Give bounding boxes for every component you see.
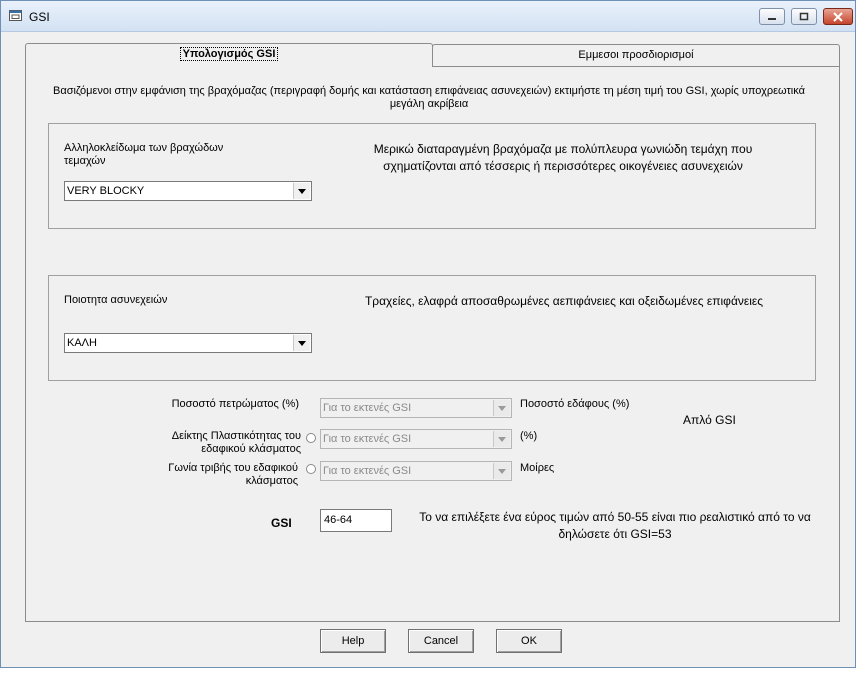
plasticity-select[interactable]: Για το εκτενές GSI <box>320 429 512 449</box>
close-icon <box>833 11 843 22</box>
plasticity-unit: (%) <box>520 430 538 442</box>
friction-value: Για το εκτενές GSI <box>323 465 412 477</box>
help-button[interactable]: Help <box>320 629 386 653</box>
tab-indirect-determinations[interactable]: Εμμεσοι προσδιορισμοί <box>432 44 840 66</box>
structure-label: Αλληλοκλείδωμα των βραχώδων τεμαχών <box>64 142 224 167</box>
quality-description: Τραχείες, ελαφρά αποσαθρωμένες αεπιφάνει… <box>364 294 764 308</box>
gsi-label: GSI <box>271 516 292 530</box>
friction-radio[interactable] <box>306 464 316 474</box>
gsi-window: GSI Υπολογισμός GSI Εμμεσοι προσδιορισμο… <box>0 0 856 668</box>
tab-gsi-calculation[interactable]: Υπολογισμός GSI <box>25 43 433 67</box>
minimize-button[interactable] <box>759 8 785 25</box>
plasticity-value: Για το εκτενές GSI <box>323 433 412 445</box>
cancel-button[interactable]: Cancel <box>408 629 474 653</box>
structure-select[interactable]: VERY BLOCKY <box>64 181 312 201</box>
structure-select-value: VERY BLOCKY <box>67 185 145 197</box>
chevron-down-icon[interactable] <box>293 183 310 199</box>
rock-percent-label: Ποσοστό πετρώματος (%) <box>171 398 299 410</box>
chevron-down-icon[interactable] <box>293 335 310 351</box>
tab-indirect-determinations-label: Εμμεσοι προσδιορισμοί <box>578 49 694 61</box>
quality-label: Ποιοτητα ασυνεχειών <box>64 294 168 306</box>
rock-percent-select[interactable]: Για το εκτενές GSI <box>320 398 512 418</box>
plasticity-label: Δείκτης Πλαστικότητας του εδαφικού κλάσμ… <box>171 430 301 455</box>
plasticity-radio[interactable] <box>306 433 316 443</box>
structure-group <box>48 123 816 229</box>
friction-label: Γωνία τριβής του εδαφικού κλάσματος <box>168 462 298 487</box>
rock-percent-value: Για το εκτενές GSI <box>323 402 412 414</box>
minimize-icon <box>768 17 776 20</box>
gsi-note: Το να επιλέξετε ένα εύρος τιμών από 50-5… <box>419 510 811 541</box>
title-bar[interactable]: GSI <box>1 1 855 32</box>
quality-select-value: ΚΑΛΗ <box>67 337 97 349</box>
ok-button[interactable]: OK <box>496 629 562 653</box>
maximize-icon <box>799 12 809 21</box>
gsi-input[interactable]: 46-64 <box>320 509 392 532</box>
app-icon <box>9 10 22 21</box>
close-button[interactable] <box>823 8 853 25</box>
window-title: GSI <box>29 10 50 24</box>
quality-select[interactable]: ΚΑΛΗ <box>64 333 312 353</box>
maximize-button[interactable] <box>791 8 817 25</box>
chevron-down-icon[interactable] <box>493 431 510 447</box>
soil-percent-label: Ποσοστό εδάφους (%) <box>520 398 630 410</box>
structure-description: Μερικώ διαταραγμένη βραχόμαζα με πολύπλε… <box>373 142 753 173</box>
chevron-down-icon[interactable] <box>493 400 510 416</box>
background-strip <box>856 0 863 673</box>
simple-gsi-label: Απλό GSI <box>683 413 736 427</box>
chevron-down-icon[interactable] <box>493 463 510 479</box>
friction-unit: Μοίρες <box>520 462 555 474</box>
quality-group <box>48 275 816 381</box>
friction-select[interactable]: Για το εκτενές GSI <box>320 461 512 481</box>
tab-gsi-calculation-label: Υπολογισμός GSI <box>179 47 279 61</box>
intro-text: Βασιζόμενοι στην εμφάνιση της βραχόμαζας… <box>53 85 805 110</box>
